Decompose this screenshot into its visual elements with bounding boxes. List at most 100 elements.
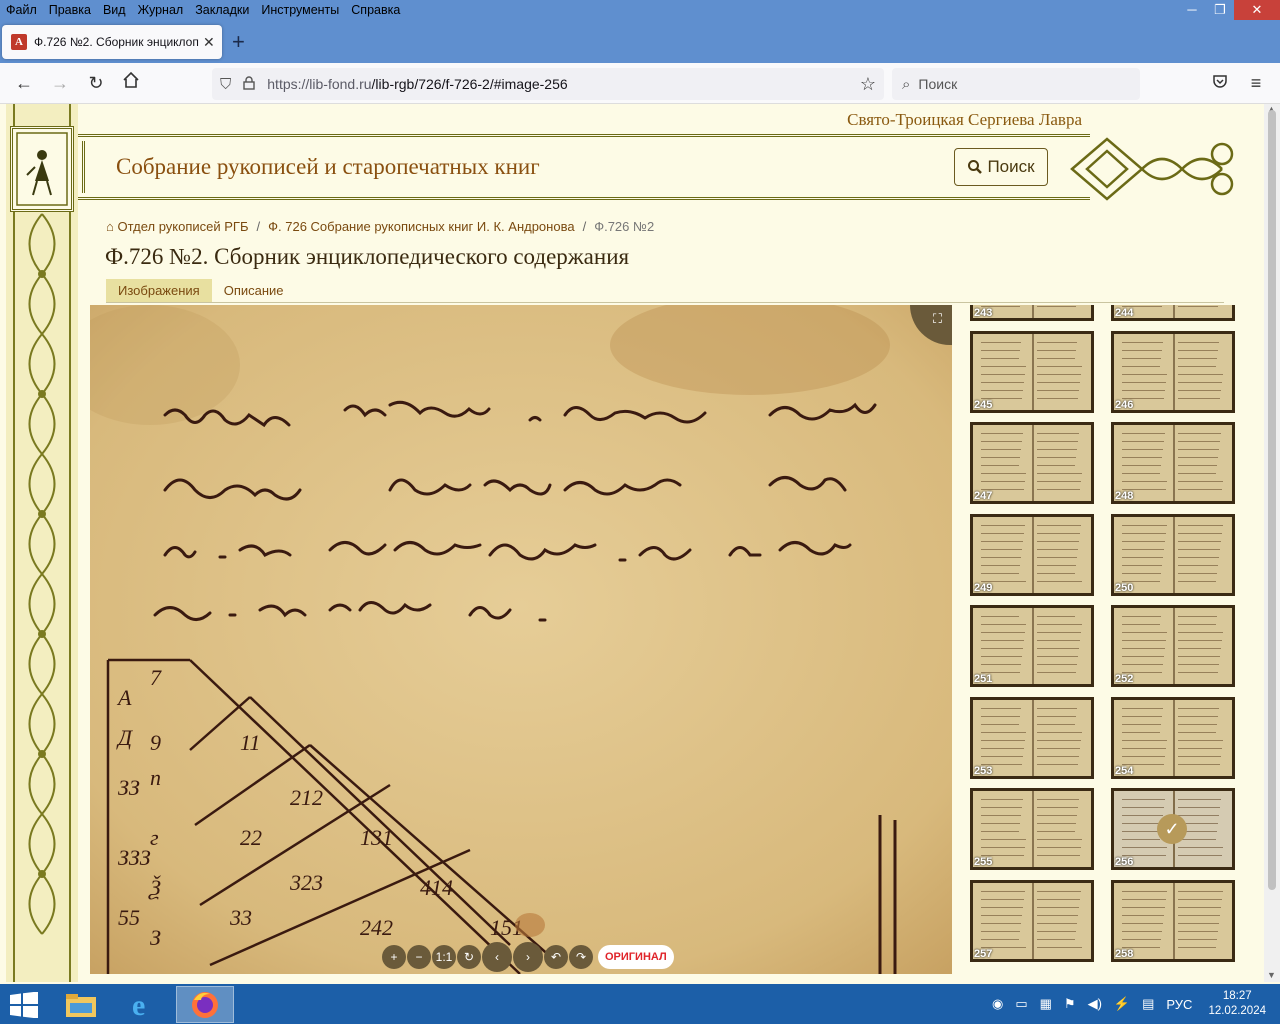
keyboard-icon[interactable]: ▤ xyxy=(1142,996,1154,1012)
manuscript-page-image[interactable]: 1121222 131323 414 33 242 151 79п гѮЗ АДЗЗ … xyxy=(90,305,952,974)
scroll-down-icon[interactable]: ▼ xyxy=(1267,970,1276,980)
thumbnail-text-line xyxy=(1122,890,1167,892)
undo-icon[interactable]: ↶ xyxy=(544,945,568,969)
thumbnail-strip[interactable]: 243 244 245 246 247 248 249 250 251 252 253 254 255 ✓… xyxy=(962,305,1254,976)
manuscript-image-viewer[interactable]: 11 212 22 131 323 414 33 242 151 79п гѮЗ А Д ЗЗ … xyxy=(90,305,952,974)
thumbnail-number: 247 xyxy=(974,490,993,502)
thumbnail-246[interactable]: 246 xyxy=(1111,330,1235,413)
close-window-button[interactable]: ✕ xyxy=(1234,0,1280,20)
tab-close-icon[interactable]: ✕ xyxy=(203,34,215,51)
window-titlebar: Файл Правка Вид Журнал Закладки Инструме… xyxy=(0,0,1280,21)
scrollbar-thumb[interactable] xyxy=(1268,110,1276,890)
redo-icon[interactable]: ↷ xyxy=(569,945,593,969)
thumbnail-number: 256 xyxy=(1115,856,1134,868)
thumbnail-text-line xyxy=(981,357,1019,359)
thumbnail-258[interactable]: 258 xyxy=(1111,879,1235,962)
page-title: Ф.726 №2. Сборник энциклопедического сод… xyxy=(105,244,630,269)
thumbnail-gutter xyxy=(1032,516,1034,593)
site-search-button[interactable]: Поиск xyxy=(954,148,1048,186)
network-icon[interactable]: ⚡ xyxy=(1114,996,1130,1012)
thumbnail-257[interactable]: 257 xyxy=(970,879,1094,962)
pocket-icon[interactable] xyxy=(1208,71,1232,95)
flag-icon[interactable]: ⚑ xyxy=(1064,996,1076,1012)
status-icon[interactable]: ◉ xyxy=(992,996,1003,1012)
thumbnail-text-line xyxy=(1037,723,1075,725)
previous-image-icon[interactable]: ‹ xyxy=(482,942,512,972)
thumbnail-text-line xyxy=(1178,373,1223,375)
zoom-in-icon[interactable]: + xyxy=(382,945,406,969)
thumbnail-254[interactable]: 254 xyxy=(1111,696,1235,779)
thumbnail-gutter xyxy=(1173,516,1175,593)
zoom-out-icon[interactable]: − xyxy=(407,945,431,969)
clock[interactable]: 18:27 12.02.2024 xyxy=(1208,989,1266,1019)
thumbnail-text-line xyxy=(1037,855,1080,856)
menu-help[interactable]: Справка xyxy=(345,0,406,21)
actual-size-icon[interactable]: 1:1 xyxy=(432,945,456,969)
thumbnail-text-line xyxy=(1178,548,1220,550)
next-image-icon[interactable]: › xyxy=(513,942,543,972)
back-icon[interactable]: ← xyxy=(12,71,36,95)
thumbnail-text-line xyxy=(981,433,1023,434)
address-bar[interactable]: ⛉ https://lib-fond.ru/lib-rgb/726/f-726-… xyxy=(212,68,884,100)
breadcrumb-home[interactable]: ⌂ Отдел рукописей РГБ xyxy=(106,219,249,234)
thumbnail-247[interactable]: 247 xyxy=(970,422,1094,504)
internet-explorer-icon[interactable]: e xyxy=(114,986,172,1023)
thumbnail-number: 254 xyxy=(1115,764,1134,777)
tab-images[interactable]: Изображения xyxy=(106,279,212,302)
site-title[interactable]: Собрание рукописей и старопечатных книг xyxy=(116,154,540,180)
thumbnail-252[interactable]: 252 xyxy=(1111,605,1235,687)
thumbnail-248[interactable]: 248 xyxy=(1111,422,1235,504)
file-explorer-icon[interactable] xyxy=(52,986,110,1023)
thumbnail-251[interactable]: 251 xyxy=(970,605,1094,687)
thumbnail-250[interactable]: 250 xyxy=(1111,513,1235,596)
lock-icon[interactable] xyxy=(243,75,255,93)
menu-hamburger-icon[interactable]: ≡ xyxy=(1244,71,1268,95)
menu-file[interactable]: Файл xyxy=(0,0,43,21)
start-windows-icon[interactable] xyxy=(10,992,38,1018)
tracking-shield-icon[interactable]: ⛉ xyxy=(220,76,231,93)
thumbnail-256[interactable]: ✓ 256 xyxy=(1111,788,1235,870)
new-tab-icon[interactable]: + xyxy=(232,29,245,55)
svg-text:ЗЗЗ: ЗЗЗ xyxy=(118,845,151,870)
breadcrumb-fond[interactable]: Ф. 726 Собрание рукописных книг И. К. Ан… xyxy=(268,219,574,234)
language-indicator[interactable]: РУС xyxy=(1166,997,1192,1012)
thumbnail-249[interactable]: 249 xyxy=(970,513,1094,596)
menu-bookmarks[interactable]: Закладки xyxy=(189,0,255,21)
browser-search-input[interactable]: ⌕ Поиск xyxy=(892,68,1140,100)
thumbnail-text-line xyxy=(981,457,1020,458)
drive-icon[interactable]: ▭ xyxy=(1015,996,1027,1012)
viewer-controls: + − 1:1 ↻ ‹ › ↶ ↷ ОРИГИНАЛ xyxy=(382,942,674,972)
thumbnail-text-line xyxy=(1178,946,1216,948)
security-icon[interactable]: ▦ xyxy=(1040,996,1052,1012)
menu-tools[interactable]: Инструменты xyxy=(255,0,345,21)
thumbnail-text-line xyxy=(1037,755,1079,757)
menu-edit[interactable]: Правка xyxy=(43,0,97,21)
monastery-title[interactable]: Свято-Троицкая Сергиева Лавра xyxy=(847,110,1082,130)
svg-text:Ѯ: Ѯ xyxy=(148,875,161,900)
home-icon[interactable] xyxy=(119,71,143,95)
site-logo[interactable] xyxy=(10,126,74,212)
page-scrollbar[interactable]: ▲ ▼ xyxy=(1264,104,1280,982)
original-button[interactable]: ОРИГИНАЛ xyxy=(598,945,674,969)
thumbnail-text-line xyxy=(981,373,1025,375)
thumbnail-243[interactable]: 243 xyxy=(970,305,1094,321)
thumbnail-255[interactable]: 255 xyxy=(970,788,1094,870)
volume-icon[interactable]: ◀) xyxy=(1088,996,1102,1012)
thumbnail-253[interactable]: 253 xyxy=(970,696,1094,779)
menu-history[interactable]: Журнал xyxy=(132,0,190,21)
bookmark-star-icon[interactable]: ☆ xyxy=(860,74,876,95)
thumbnail-245[interactable]: 245 xyxy=(970,330,1094,413)
thumbnail-text-line xyxy=(1178,847,1223,848)
thumbnail-text-line xyxy=(1122,648,1165,649)
clock-time: 18:27 xyxy=(1222,990,1252,1002)
rotate-icon[interactable]: ↻ xyxy=(457,945,481,969)
forward-icon[interactable]: → xyxy=(48,71,72,95)
menu-view[interactable]: Вид xyxy=(97,0,132,21)
reload-icon[interactable]: ↻ xyxy=(84,71,108,95)
tab-description[interactable]: Описание xyxy=(212,279,296,302)
browser-tab[interactable]: A Ф.726 №2. Сборник энциклопе ✕ xyxy=(2,25,222,59)
thumbnail-244[interactable]: 244 xyxy=(1111,305,1235,321)
minimize-button[interactable]: ─ xyxy=(1178,0,1206,20)
restore-button[interactable]: ❐ xyxy=(1206,0,1234,20)
firefox-icon[interactable] xyxy=(176,986,234,1023)
